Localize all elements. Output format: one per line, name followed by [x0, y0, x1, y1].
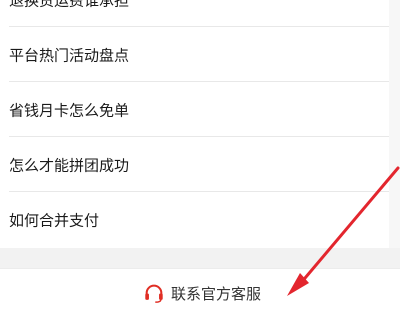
scroll-gutter [389, 0, 400, 248]
faq-item-label: 如何合并支付 [9, 211, 100, 229]
contact-service-label: 联系官方客服 [171, 284, 262, 303]
faq-item-label: 平台热门活动盘点 [9, 46, 130, 64]
faq-item-merge-payment[interactable]: 如何合并支付 [0, 192, 389, 247]
contact-service-button[interactable]: 联系官方客服 [143, 281, 261, 305]
footer-bar: 联系官方客服 [0, 268, 400, 315]
faq-item-label: 省钱月卡怎么免单 [9, 101, 130, 119]
faq-item-label: 退换货运费谁承担 [9, 0, 130, 9]
faq-item-return-shipping[interactable]: 退换货运费谁承担 [0, 0, 389, 27]
faq-item-hot-events[interactable]: 平台热门活动盘点 [0, 27, 389, 82]
faq-item-monthly-card[interactable]: 省钱月卡怎么免单 [0, 82, 389, 137]
faq-item-group-buy[interactable]: 怎么才能拼团成功 [0, 137, 389, 192]
headset-icon [145, 284, 163, 303]
faq-item-label: 怎么才能拼团成功 [9, 156, 130, 174]
screen: 退换货运费谁承担 平台热门活动盘点 省钱月卡怎么免单 怎么才能拼团成功 如何合并… [0, 0, 400, 315]
faq-list: 退换货运费谁承担 平台热门活动盘点 省钱月卡怎么免单 怎么才能拼团成功 如何合并… [0, 0, 389, 248]
